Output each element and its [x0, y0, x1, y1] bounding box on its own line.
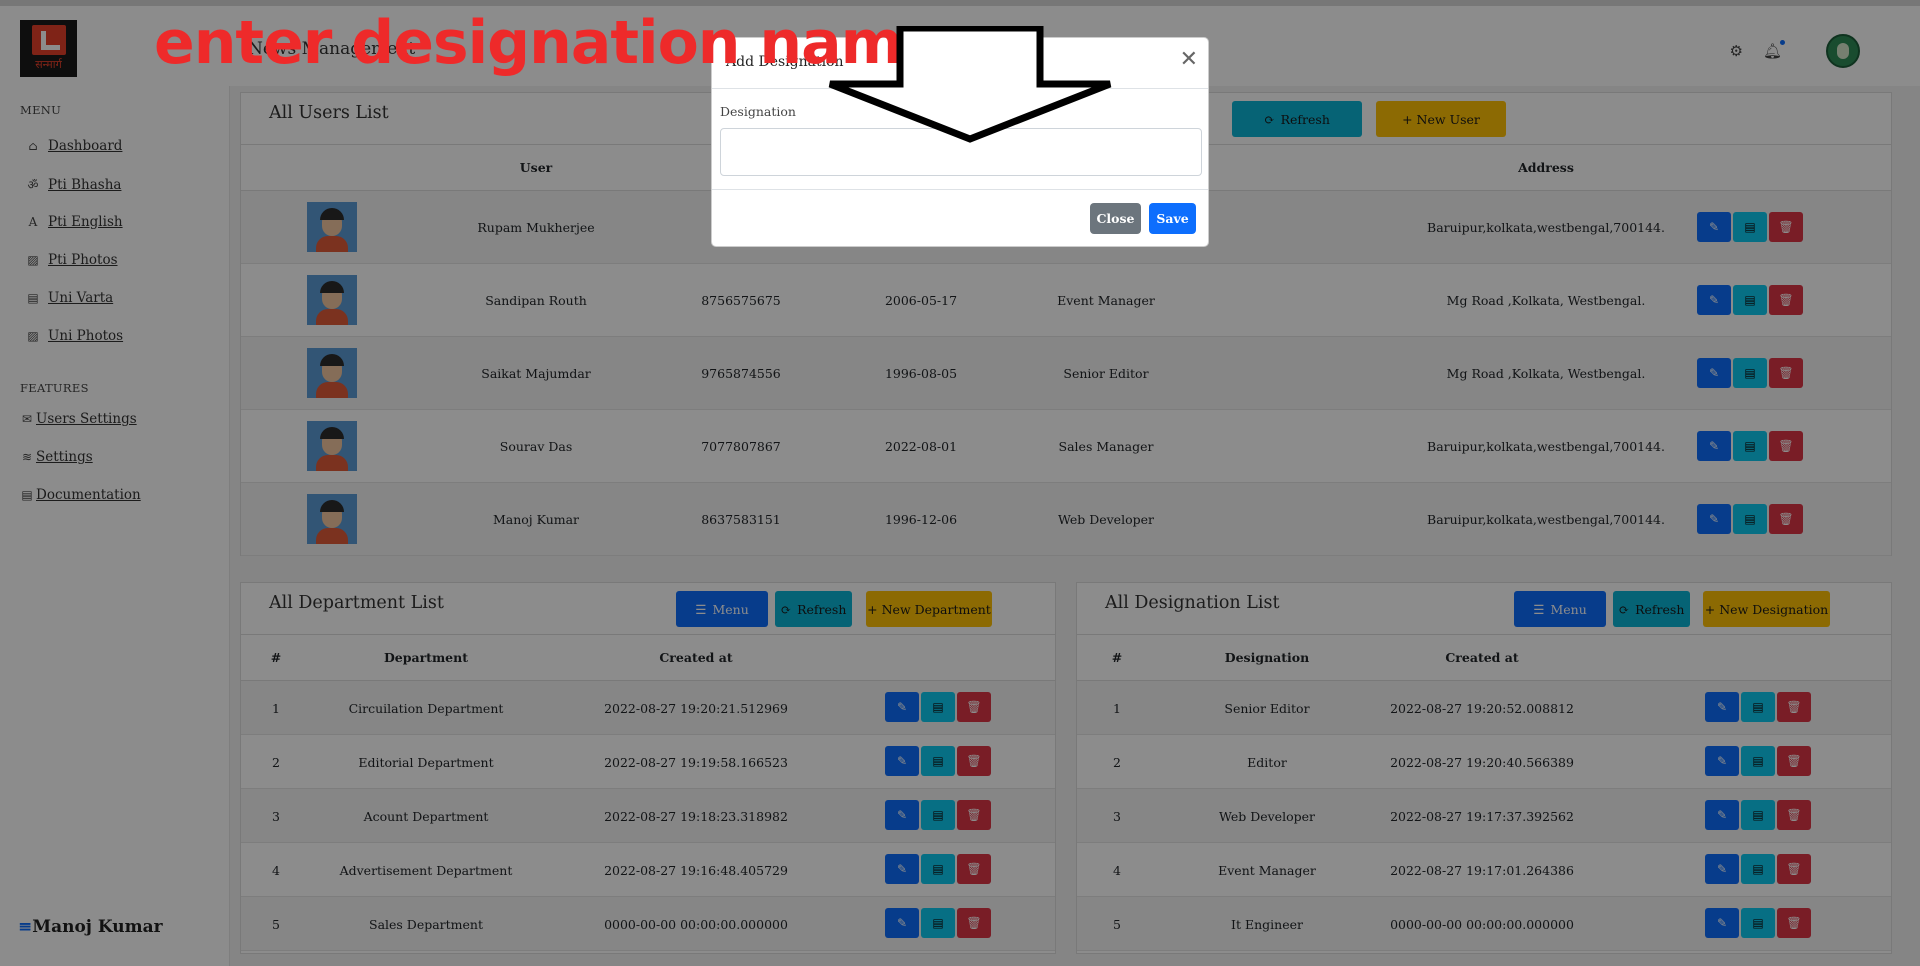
- designation-label: Designation: [720, 104, 796, 119]
- annotation-arrow-icon: [828, 26, 1112, 143]
- modal-divider: [712, 189, 1208, 190]
- close-icon[interactable]: ✕: [1180, 49, 1198, 71]
- close-button[interactable]: Close: [1090, 203, 1141, 234]
- save-button[interactable]: Save: [1149, 203, 1196, 234]
